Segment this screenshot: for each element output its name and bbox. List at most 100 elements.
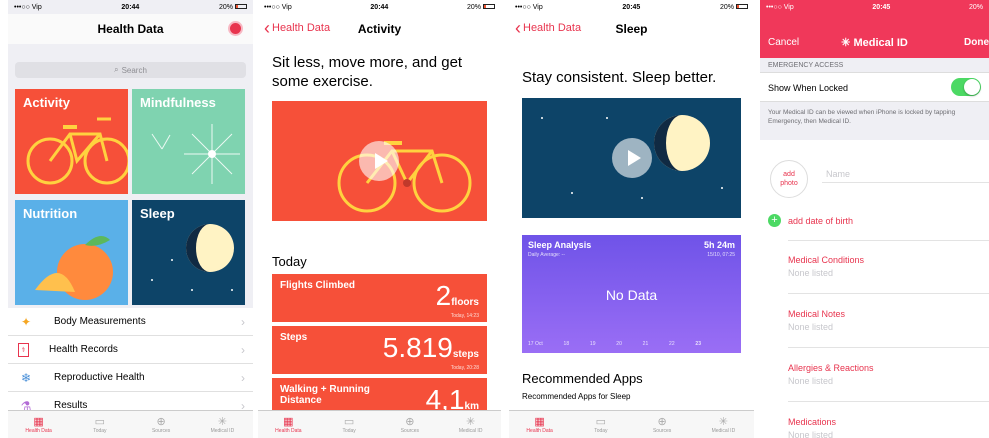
back-button[interactable]: Health Data [515,22,581,34]
tab-today[interactable]: ▭ Today [329,416,369,434]
tab-label: Health Data [526,427,553,434]
card-unit: floors [451,297,479,308]
show-when-locked-toggle[interactable] [951,78,981,96]
tab-label: Health Data [275,427,302,434]
list-item-label: Body Measurements [54,316,146,327]
add-icon: + [768,214,781,227]
tab-health-data[interactable]: ▦ Health Data [520,416,560,434]
tab-label: Sources [400,427,420,434]
tab-sources[interactable]: ⊕ Sources [141,416,181,434]
screen-activity: •••○○ Vip 20:44 20% Health Data Activity… [258,0,501,438]
activity-video[interactable] [272,101,487,221]
bicycle-icon [26,117,128,185]
add-photo-button[interactable]: add photo [770,160,808,198]
battery-text: 20% [466,3,481,11]
sleep-video[interactable] [522,98,741,218]
records-icon: ⚕ [18,342,29,357]
card-date: Today, 14:23 [450,313,479,319]
card-value: 2floors [436,280,479,312]
allergies-label[interactable]: Allergies & Reactions [788,363,874,373]
play-button[interactable] [612,138,652,178]
screen-health-data: •••○○ Vip 20:44 20% Health Data ⌕ Search … [8,0,253,438]
asterisk-icon: ✳ [466,416,476,428]
asterisk-icon: ✳ [217,416,227,428]
list-item-body-measurements[interactable]: ✦ Body Measurements › [8,308,253,336]
play-button[interactable] [359,141,399,181]
nav-bar: Health Data Sleep [509,14,754,44]
tab-sources[interactable]: ⊕ Sources [642,416,682,434]
time: 20:44 [121,3,140,11]
tab-label: Sources [151,427,171,434]
medical-conditions-label[interactable]: Medical Conditions [788,255,864,265]
back-button[interactable]: Health Data [264,22,330,34]
card-value: 5.819steps [383,332,479,364]
tab-today[interactable]: ▭ Today [80,416,120,434]
day-axis: 17 Oct 18 19 20 21 22 23 [528,341,701,347]
time: 20:44 [370,3,389,11]
list-item-reproductive-health[interactable]: ❄ Reproductive Health › [8,364,253,392]
battery: 20% [968,3,983,11]
status-bar: •••○○ Vip 20:44 20% [8,0,253,14]
tab-label: Medical ID [711,427,736,434]
list-item-health-records[interactable]: ⚕ Health Records › [8,336,253,364]
tab-label: Today [342,427,356,434]
battery-icon [482,4,495,10]
page-title-text: Medical ID [853,37,908,49]
search-input[interactable]: ⌕ Search [15,62,246,78]
tab-health-data[interactable]: ▦ Health Data [268,416,308,434]
day-label: 21 [642,341,649,347]
sleep-analysis-card[interactable]: Sleep Analysis 5h 24m Daily Average: -- … [522,235,741,353]
tab-health-data[interactable]: ▦ Health Data [19,416,59,434]
page-title: ✳ Medical ID [760,36,989,49]
name-field[interactable]: Name [826,169,850,179]
tab-medical-id[interactable]: ✳ Medical ID [202,416,242,434]
add-photo-label: add photo [780,171,798,187]
calendar-icon: ▭ [343,416,355,428]
status-bar: •••○○ Vip 20:45 20% [760,0,989,14]
tab-medical-id[interactable]: ✳ Medical ID [703,416,743,434]
chevron-right-icon: › [241,342,245,357]
moon-icon [151,224,234,291]
battery-text: 20% [218,3,233,11]
card-steps[interactable]: Steps 5.819steps Today, 20:28 [272,326,487,374]
status-bar: •••○○ Vip 20:44 20% [258,0,501,14]
card-date: 15/10, 07:25 [707,252,735,258]
medications-label[interactable]: Medications [788,417,836,427]
search-placeholder: Search [121,65,147,75]
add-date-of-birth[interactable]: add date of birth [788,216,853,226]
divider [788,240,989,241]
tile-mindfulness[interactable]: Mindfulness [132,89,245,194]
day-label: 22 [669,341,675,347]
tab-sources[interactable]: ⊕ Sources [390,416,430,434]
medical-notes-label[interactable]: Medical Notes [788,309,845,319]
tile-activity[interactable]: Activity [15,89,128,194]
section-title: Today [272,254,307,269]
grid-icon: ▦ [283,416,294,428]
tile-sleep[interactable]: Sleep [132,200,245,305]
tab-today[interactable]: ▭ Today [581,416,621,434]
card-flights-climbed[interactable]: Flights Climbed 2floors Today, 14:23 [272,274,487,322]
card-label: Flights Climbed [280,280,355,291]
section-header: EMERGENCY ACCESS [768,62,844,69]
battery-icon [234,4,247,10]
time: 20:45 [872,3,891,11]
tab-bar: ▦ Health Data ▭ Today ⊕ Sources ✳ Medical ID [509,410,754,438]
dandelion-icon [151,124,240,184]
profile-icon[interactable] [228,21,243,36]
card-value: 5h 24m [703,240,735,250]
battery-text: 20% [719,3,734,11]
tile-nutrition[interactable]: Nutrition [15,200,128,305]
section-subtitle: Recommended Apps for Sleep [522,392,631,401]
calendar-icon: ▭ [94,416,106,428]
tab-bar: ▦ Health Data ▭ Today ⊕ Sources ✳ Medical ID [258,410,501,438]
battery: 20% [219,4,247,11]
card-unit: steps [452,349,479,360]
done-button[interactable]: Done [964,37,989,48]
tab-medical-id[interactable]: ✳ Medical ID [451,416,491,434]
screen-sleep: •••○○ Vip 20:45 20% Health Data Sleep St… [509,0,754,438]
nav-bar: •••○○ Vip 20:45 20% Cancel ✳ Medical ID … [760,0,989,58]
list-item-label: Health Records [49,344,118,355]
time: 20:45 [622,3,641,11]
tab-label: Health Data [25,427,52,434]
medications-value: None listed [788,430,834,438]
